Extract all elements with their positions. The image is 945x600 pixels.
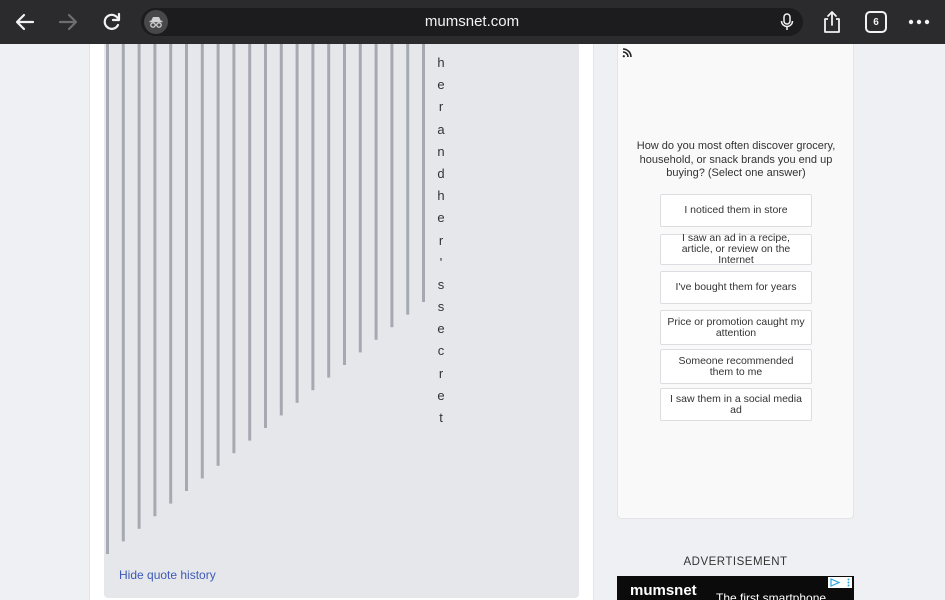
back-button[interactable] (9, 6, 41, 38)
quote-depth-bar (169, 44, 173, 504)
quote-depth-bar (327, 44, 331, 378)
quote-depth-bar (185, 44, 188, 491)
quoted-letter: e (437, 77, 445, 93)
quoted-letter: n (437, 143, 445, 159)
poll-options: I noticed them in store I saw an ad in a… (660, 194, 812, 421)
quote-depth-bar (311, 44, 315, 391)
quoted-letter: c (437, 343, 445, 359)
quoted-letter: r (438, 99, 444, 115)
poll-option[interactable]: Someone recommended them to me (660, 349, 812, 384)
quote-depth-bar (121, 44, 125, 542)
microphone-icon (780, 13, 794, 30)
quote-depth-bar (358, 44, 362, 353)
more-icon (908, 19, 930, 25)
share-button[interactable] (816, 6, 848, 38)
quoted-letter: e (437, 210, 445, 226)
advertisement-label: ADVERTISEMENT (683, 556, 788, 568)
quoted-letter: e (437, 321, 445, 337)
quote-depth-bar (279, 44, 283, 416)
poll-option[interactable]: I noticed them in store (660, 194, 812, 227)
more-button[interactable] (903, 6, 935, 38)
quoted-letter: ' (439, 254, 443, 270)
quote-depth-bar (200, 44, 204, 479)
ad-brand-logo: mumsnet (630, 582, 697, 599)
reload-icon (103, 12, 121, 30)
quote-depth-bar (406, 44, 410, 315)
quote-depth-bar (137, 44, 141, 529)
page-content: h e r a n d h e r ' s s e c r e t Hide quote history How… (0, 44, 945, 600)
quote-depth-bar (422, 44, 425, 302)
quoted-letter: a (437, 121, 445, 137)
quote-depth-bar (390, 44, 394, 328)
quote-depth-bar (153, 44, 157, 517)
quote-depth-bar (216, 44, 220, 466)
quoted-letter: r (438, 365, 444, 381)
advertisement-banner[interactable]: mumsnet The first smartphone (617, 576, 854, 600)
ad-menu-icon (847, 578, 850, 587)
poll-option[interactable]: Price or promotion caught my attention (660, 310, 812, 345)
share-icon (824, 11, 840, 33)
quoted-letter: d (437, 165, 445, 181)
poll-option[interactable]: I saw them in a social media ad (660, 388, 812, 421)
tabs-button[interactable]: 6 (860, 6, 892, 38)
quote-depth-bar (106, 44, 109, 554)
back-arrow-icon (15, 13, 35, 31)
nested-quote-bars (106, 44, 425, 554)
ad-choices-icon (830, 578, 840, 587)
url-text[interactable]: mumsnet.com (141, 8, 803, 36)
tabs-icon: 6 (865, 11, 887, 33)
quote-depth-bar (248, 44, 252, 441)
quote-depth-bar (264, 44, 267, 428)
ad-choices-button[interactable] (828, 577, 852, 588)
ad-headline: The first smartphone (716, 591, 827, 600)
poll-question: How do you most often discover grocery, … (636, 140, 836, 179)
quoted-letter: t (439, 410, 443, 425)
poll-option[interactable]: I saw an ad in a recipe, article, or rev… (660, 233, 812, 266)
poll-option[interactable]: I've bought them for years (660, 271, 812, 304)
browser-toolbar: mumsnet.com 6 (0, 0, 945, 44)
quoted-letter: e (437, 387, 445, 403)
quoted-text-vertical: h e r a n d h e r ' s s e c r e t (434, 52, 448, 429)
forward-arrow-icon (58, 13, 78, 31)
quoted-letter: s (437, 299, 445, 315)
thread-column: h e r a n d h e r ' s s e c r e t Hide quote history (89, 44, 594, 600)
quoted-letter: s (437, 276, 445, 292)
quote-depth-bar (374, 44, 378, 340)
rss-icon (622, 48, 632, 58)
hide-quote-history-link[interactable]: Hide quote history (119, 568, 216, 582)
address-bar[interactable]: mumsnet.com (141, 8, 803, 36)
quote-history-box: h e r a n d h e r ' s s e c r e t Hide quote history (104, 44, 579, 598)
quoted-letter: r (438, 232, 444, 248)
quote-depth-bar (343, 44, 346, 365)
quote-depth-bar (295, 44, 299, 403)
quoted-letter: h (437, 55, 445, 70)
quoted-letter: h (437, 188, 445, 204)
quote-depth-bar (232, 44, 236, 454)
forward-button[interactable] (52, 6, 84, 38)
voice-search-button[interactable] (777, 12, 797, 32)
reload-button[interactable] (96, 6, 128, 38)
poll-card: How do you most often discover grocery, … (617, 44, 854, 519)
